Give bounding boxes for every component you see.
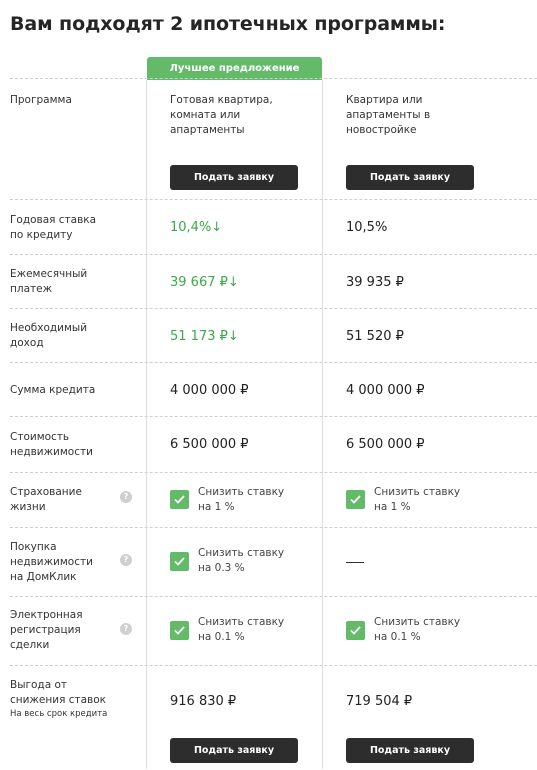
apply-button-col2[interactable]: Подать заявку: [346, 165, 474, 190]
row-property: Стоимость недвижимости 6 500 000 ₽ 6 500…: [10, 416, 537, 473]
row-label: Программа: [10, 94, 72, 106]
row-label: Выгода от снижения ставок На весь срок к…: [10, 678, 120, 721]
question-circle-icon[interactable]: ?: [120, 554, 132, 566]
apply-button-col1[interactable]: Подать заявку: [170, 165, 298, 190]
rate-col1: 10,4%↓: [170, 220, 223, 235]
row-savings: Выгода от снижения ставок На весь срок к…: [10, 665, 537, 770]
loan-col2: 4 000 000 ₽: [346, 383, 425, 398]
property-col1: 6 500 000 ₽: [170, 437, 249, 452]
row-label: Ежемесячный платеж: [10, 268, 88, 295]
row-insurance: Страхование жизни ? Снизить ставку на 1 %…: [10, 472, 537, 528]
property-col2: 6 500 000 ₽: [346, 437, 425, 452]
discount-text-col1: Снизить ставку на 0.3 %: [198, 547, 285, 574]
discount-text-col1: Снизить ставку на 0.1 %: [198, 616, 285, 643]
savings-col1: 916 830 ₽: [170, 694, 237, 709]
apply-button-col1[interactable]: Подать заявку: [170, 738, 298, 763]
income-col2: 51 520 ₽: [346, 329, 404, 344]
checkbox-checked-icon[interactable]: [170, 621, 189, 640]
discount-text-col1: Снизить ставку на 1 %: [198, 486, 285, 513]
row-label: Стоимость недвижимости: [10, 431, 93, 458]
savings-sublabel: На весь срок кредита: [10, 709, 108, 719]
row-label: Необходимый доход: [10, 322, 88, 349]
best-offer-badge: Лучшее предложение: [147, 57, 322, 80]
loan-col1: 4 000 000 ₽: [170, 383, 249, 398]
program-name-col1: Готовая квартира, комната или апартамент…: [170, 94, 273, 136]
savings-col2: 719 504 ₽: [346, 694, 413, 709]
payment-col1: 39 667 ₽↓: [170, 275, 239, 290]
row-label: Сумма кредита: [10, 384, 96, 396]
row-registration: Электронная регистрация сделки ? Снизить…: [10, 596, 537, 666]
discount-text-col2: Снизить ставку на 1 %: [374, 486, 461, 513]
row-label: Годовая ставка по кредиту: [10, 214, 97, 241]
checkbox-checked-icon[interactable]: [346, 490, 365, 509]
row-label: Электронная регистрация сделки: [10, 609, 83, 651]
checkbox-checked-icon[interactable]: [346, 621, 365, 640]
row-label: Покупка недвижимости на ДомКлик: [10, 541, 93, 583]
not-available-dash: [346, 562, 364, 563]
row-rate: Годовая ставка по кредиту 10,4%↓ 10,5%: [10, 199, 537, 255]
question-circle-icon[interactable]: ?: [120, 491, 132, 503]
row-payment: Ежемесячный платеж 39 667 ₽↓ 39 935 ₽: [10, 254, 537, 309]
question-circle-icon[interactable]: ?: [120, 623, 132, 635]
income-col1: 51 173 ₽↓: [170, 329, 239, 344]
discount-text-col2: Снизить ставку на 0.1 %: [374, 616, 461, 643]
row-program: Программа Готовая квартира, комната или …: [10, 78, 537, 200]
savings-label: Выгода от снижения ставок: [10, 679, 107, 706]
apply-button-col2[interactable]: Подать заявку: [346, 738, 474, 763]
row-income: Необходимый доход 51 173 ₽↓ 51 520 ₽: [10, 308, 537, 363]
payment-col2: 39 935 ₽: [346, 275, 404, 290]
checkbox-checked-icon[interactable]: [170, 490, 189, 509]
row-label: Страхование жизни: [10, 486, 82, 513]
row-loan: Сумма кредита 4 000 000 ₽ 4 000 000 ₽: [10, 362, 537, 417]
page-title: Вам подходят 2 ипотечных программы:: [10, 13, 446, 35]
checkbox-checked-icon[interactable]: [170, 552, 189, 571]
row-domclick: Покупка недвижимости на ДомКлик ? Снизит…: [10, 527, 537, 597]
program-name-col2: Квартира или апартаменты в новостройке: [346, 94, 431, 136]
rate-col2: 10,5%: [346, 220, 388, 235]
